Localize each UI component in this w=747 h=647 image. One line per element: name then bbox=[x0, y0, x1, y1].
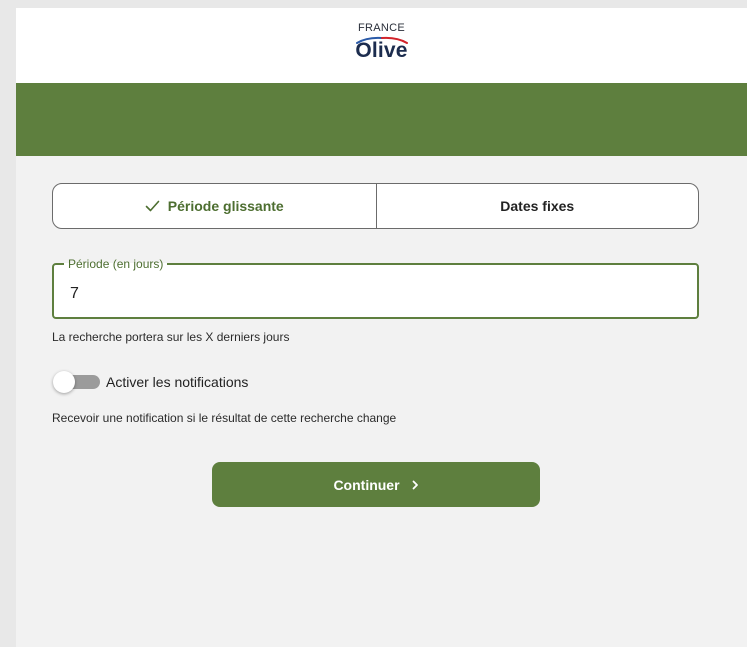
brand-logo[interactable]: FRANCE Olive bbox=[16, 22, 747, 61]
tab-dates-fixes[interactable]: Dates fixes bbox=[375, 184, 699, 228]
chevron-right-icon bbox=[412, 480, 419, 490]
toggle-knob bbox=[53, 371, 75, 393]
header: FRANCE Olive bbox=[16, 8, 747, 83]
period-field-legend: Période (en jours) bbox=[68, 257, 164, 271]
continue-button[interactable]: Continuer bbox=[212, 462, 540, 507]
notifications-description: Recevoir une notification si le résultat… bbox=[52, 411, 397, 425]
period-input[interactable] bbox=[68, 279, 688, 309]
check-icon bbox=[145, 200, 160, 212]
continue-button-label: Continuer bbox=[333, 476, 400, 493]
tab-periode-glissante[interactable]: Période glissante bbox=[53, 184, 376, 228]
tab-dates-fixes-label: Dates fixes bbox=[500, 198, 575, 214]
tab-periode-glissante-label: Période glissante bbox=[167, 198, 284, 214]
period-mode-tabs: Période glissante Dates fixes bbox=[52, 183, 699, 229]
logo-line2: Olive bbox=[355, 39, 408, 62]
notifications-toggle[interactable] bbox=[52, 371, 102, 393]
notifications-label[interactable]: Activer les notifications bbox=[106, 374, 248, 390]
notifications-row: Activer les notifications bbox=[52, 371, 248, 393]
period-helper-text: La recherche portera sur les X derniers … bbox=[52, 330, 290, 344]
hero-band bbox=[16, 83, 747, 156]
period-field: Période (en jours) bbox=[52, 257, 699, 319]
logo-line1: FRANCE bbox=[357, 22, 406, 34]
